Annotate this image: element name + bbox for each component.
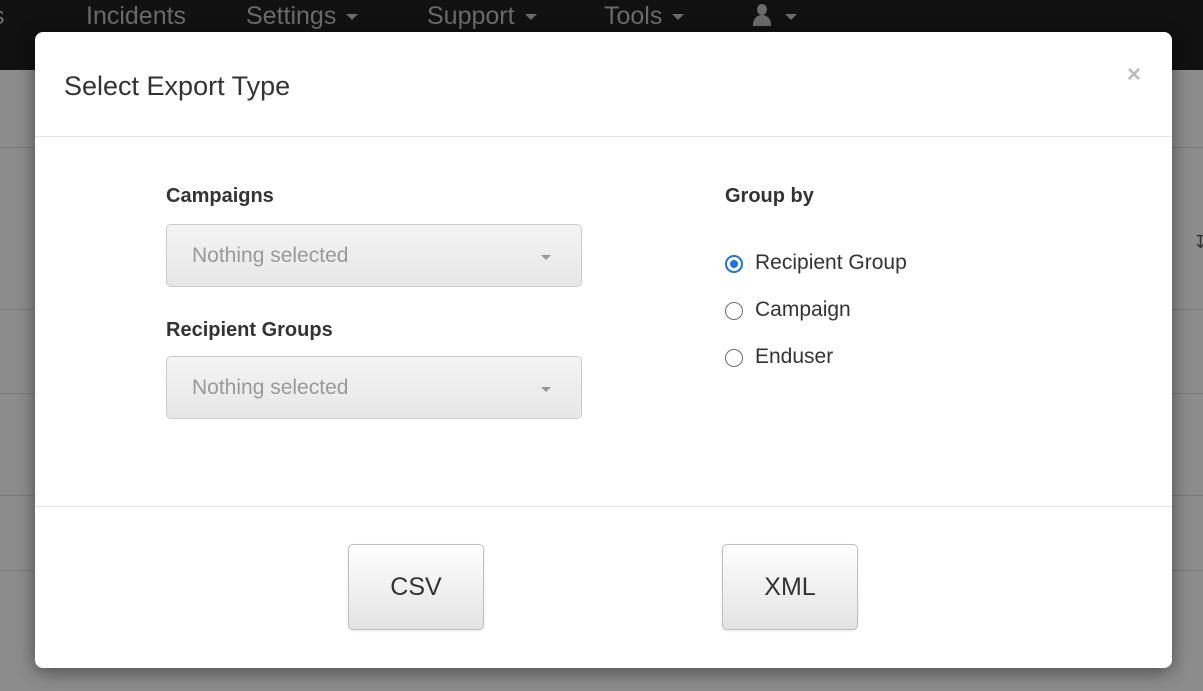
background-download-icon: ↧ [1193, 232, 1203, 252]
group-by-label: Group by [725, 185, 814, 207]
radio-label: Campaign [755, 298, 851, 321]
nav-item-tools[interactable]: Tools [604, 2, 685, 31]
campaigns-select-value: Nothing selected [192, 244, 349, 267]
user-icon[interactable] [752, 4, 772, 26]
csv-button[interactable]: CSV [348, 544, 484, 630]
radio-button[interactable] [725, 349, 743, 367]
nav-item-tools-label: Tools [604, 2, 663, 30]
recipient-groups-select[interactable]: Nothing selected [166, 356, 582, 419]
nav-item-partial[interactable]: s [0, 2, 5, 31]
chevron-down-icon [346, 14, 359, 21]
modal-footer-divider [35, 506, 1172, 507]
radio-button[interactable] [725, 302, 743, 320]
radio-label: Recipient Group [755, 251, 907, 274]
campaigns-label: Campaigns [166, 185, 274, 207]
campaigns-select[interactable]: Nothing selected [166, 224, 582, 287]
close-icon[interactable]: × [1119, 60, 1149, 90]
nav-item-settings[interactable]: Settings [246, 2, 359, 31]
export-modal: Select Export Type × Campaigns Nothing s… [35, 32, 1172, 668]
modal-header: Select Export Type × [35, 32, 1172, 137]
nav-item-support[interactable]: Support [427, 2, 537, 31]
nav-item-support-label: Support [427, 2, 515, 30]
radio-label: Enduser [755, 345, 834, 368]
chevron-down-icon [541, 255, 551, 260]
chevron-down-icon [785, 14, 797, 20]
recipient-groups-select-value: Nothing selected [192, 376, 349, 399]
xml-button[interactable]: XML [722, 544, 858, 630]
nav-item-settings-label: Settings [246, 2, 337, 30]
nav-item-incidents[interactable]: Incidents [86, 2, 186, 31]
radio-button-checked[interactable] [725, 255, 743, 273]
chevron-down-icon [672, 14, 685, 21]
recipient-groups-label: Recipient Groups [166, 319, 333, 341]
chevron-down-icon [524, 14, 537, 21]
chevron-down-icon [541, 387, 551, 392]
modal-title: Select Export Type [64, 71, 291, 101]
